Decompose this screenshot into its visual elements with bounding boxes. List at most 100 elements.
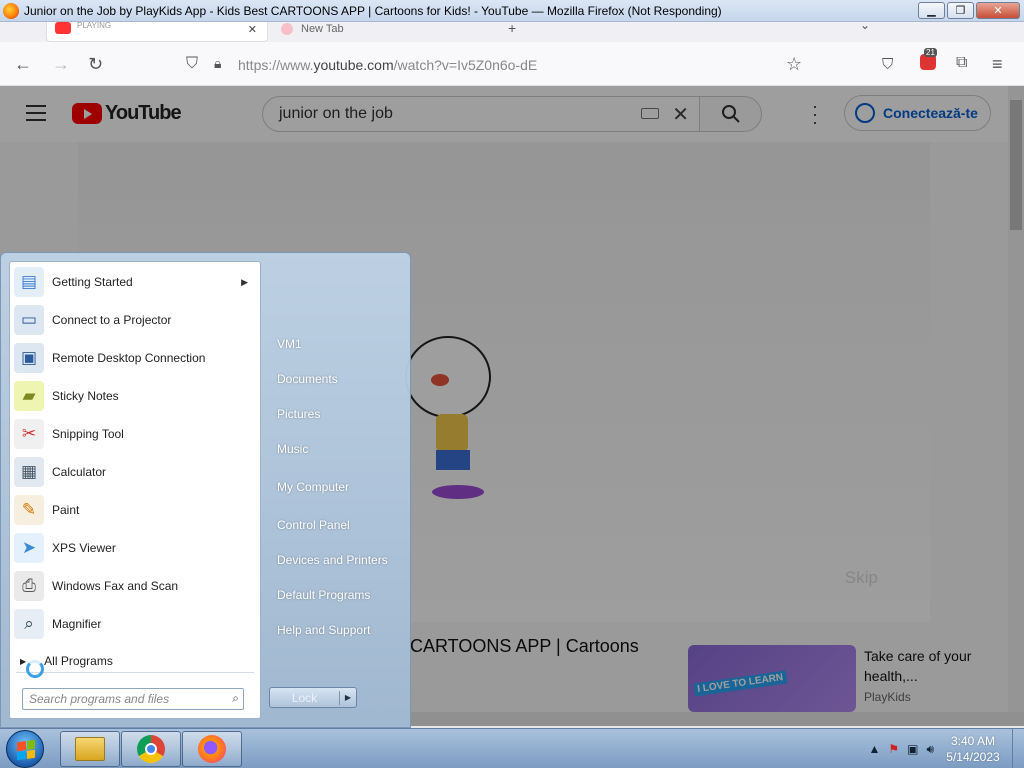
program-magnifier[interactable]: ⌕ Magnifier [14, 606, 258, 642]
program-snipping-tool[interactable]: ✂ Snipping Tool [14, 416, 258, 452]
all-programs-label: All Programs [44, 654, 113, 668]
tab-playing-status: PLAYING [77, 22, 112, 30]
skip-ad-button[interactable]: Skip [845, 568, 878, 588]
action-center-icon[interactable]: ⚑ [888, 742, 899, 756]
video-title: CARTOONS APP | Cartoons [410, 636, 639, 656]
system-tray: ▲ ⚑ ▣ 🔊︎ 3:40 AM 5/14/2023 [864, 729, 1024, 768]
scissors-icon: ✂ [14, 419, 44, 449]
minimize-button[interactable]: ▁ [918, 2, 945, 19]
submenu-arrow-icon: ▶ [241, 276, 248, 287]
extensions-puzzle-icon[interactable]: ⧉ [956, 54, 967, 72]
remote-desktop-icon: ▣ [14, 343, 44, 373]
youtube-logo[interactable]: YouTube [72, 102, 182, 125]
clock[interactable]: 3:40 AM 5/14/2023 [938, 733, 1008, 765]
program-sticky-notes[interactable]: ▰ Sticky Notes [14, 378, 258, 414]
keyboard-icon[interactable] [641, 108, 659, 119]
taskbar-chrome-button[interactable] [121, 731, 181, 767]
youtube-header: YouTube junior on the job ✕ · · · Conectea… [0, 86, 1008, 142]
show-desktop-button[interactable] [1012, 729, 1024, 768]
search-placeholder: Search programs and files [29, 692, 170, 706]
place-help-support[interactable]: Help and Support [269, 619, 405, 641]
youtube-wordmark: YouTube [105, 102, 182, 124]
place-pictures[interactable]: Pictures [269, 403, 405, 425]
program-label: Sticky Notes [52, 389, 119, 403]
place-default-programs[interactable]: Default Programs [269, 584, 405, 606]
magnifier-icon: ⌕ [14, 609, 44, 639]
sticky-notes-icon: ▰ [14, 381, 44, 411]
window-titlebar: Junior on the Job by PlayKids App - Kids… [0, 0, 1024, 22]
menu-divider [16, 672, 254, 673]
clock-time: 3:40 AM [950, 734, 996, 748]
program-paint[interactable]: ✎ Paint [14, 492, 258, 528]
bookmark-star-icon[interactable]: ☆ [786, 54, 802, 75]
lock-icon[interactable]: 🔒︎ [214, 55, 221, 72]
start-button[interactable] [6, 730, 44, 768]
firefox-favicon-icon [281, 23, 293, 35]
program-getting-started[interactable]: ▤ Getting Started ▶ [14, 264, 258, 300]
program-label: Connect to a Projector [52, 313, 172, 327]
url-text[interactable]: https://www.youtube.com/watch?v=Iv5Z0n6o… [238, 57, 537, 73]
pocket-icon[interactable]: ⛉ [882, 56, 893, 73]
youtube-favicon-icon [55, 22, 71, 34]
program-remote-desktop[interactable]: ▣ Remote Desktop Connection [14, 340, 258, 376]
sign-in-button[interactable]: Conectează-te [844, 95, 991, 131]
start-menu: ▤ Getting Started ▶ ▭ Connect to a Proje… [0, 252, 411, 728]
search-icon[interactable]: ⌕ [232, 691, 239, 706]
maximize-button[interactable]: ❐ [947, 2, 974, 19]
tab-close-icon[interactable]: ✕ [248, 23, 257, 36]
place-control-panel[interactable]: Control Panel [269, 514, 405, 536]
place-vm1[interactable]: VM1 [269, 333, 405, 355]
shutdown-options-arrow-icon[interactable]: ▶ [340, 693, 356, 702]
back-arrow-icon[interactable]: ← [14, 54, 32, 75]
tab-new-tab[interactable]: New Tab [270, 22, 492, 42]
programs-pane: ▤ Getting Started ▶ ▭ Connect to a Proje… [9, 261, 261, 719]
volume-icon[interactable]: 🔊︎ [926, 742, 934, 757]
program-fax-scan[interactable]: ⎙ Windows Fax and Scan [14, 568, 258, 604]
all-programs-arrow-icon: ▶ [20, 656, 27, 666]
search-input[interactable]: junior on the job ✕ [262, 96, 700, 132]
place-documents[interactable]: Documents [269, 368, 405, 390]
reload-icon[interactable]: ↻ [88, 54, 103, 75]
sign-in-label: Conectează-te [883, 105, 978, 121]
place-music[interactable]: Music [269, 438, 405, 460]
program-label: Getting Started [52, 275, 133, 289]
program-xps-viewer[interactable]: ➤ XPS Viewer [14, 530, 258, 566]
windows-explorer-icon [75, 737, 105, 761]
start-search-input[interactable]: Search programs and files ⌕ [22, 688, 244, 710]
shield-icon[interactable]: ⛉ [186, 55, 198, 73]
new-tab-plus-icon[interactable]: + [508, 22, 516, 36]
recommended-video-title[interactable]: Take care of your health,... [864, 646, 994, 686]
recommended-video-channel[interactable]: PlayKids [864, 690, 911, 704]
scrollbar-thumb[interactable] [1010, 100, 1022, 230]
calculator-icon: ▦ [14, 457, 44, 487]
hamburger-menu-icon[interactable]: ≡ [992, 54, 1003, 75]
program-calculator[interactable]: ▦ Calculator [14, 454, 258, 490]
taskbar-firefox-button[interactable] [182, 731, 242, 767]
vertical-scrollbar[interactable] [1008, 86, 1024, 712]
settings-more-icon[interactable]: · · · [812, 97, 818, 131]
place-my-computer[interactable]: My Computer [269, 476, 405, 498]
tab-youtube[interactable]: PLAYING ✕ [46, 22, 268, 42]
lock-button[interactable]: Lock ▶ [269, 687, 357, 708]
recommended-video-thumbnail[interactable]: I LOVE TO LEARN [688, 645, 856, 712]
program-label: Remote Desktop Connection [52, 351, 206, 365]
program-connect-projector[interactable]: ▭ Connect to a Projector [14, 302, 258, 338]
guide-menu-icon[interactable] [26, 105, 46, 126]
url-bar[interactable]: ⛉ 🔒︎ https://www.youtube.com/watch?v=Iv5… [176, 50, 816, 80]
taskbar-explorer-button[interactable] [60, 731, 120, 767]
search-button[interactable] [700, 96, 762, 132]
firefox-icon [198, 735, 226, 763]
tab-label: New Tab [301, 23, 344, 35]
fax-icon: ⎙ [14, 571, 44, 601]
show-hidden-icons-icon[interactable]: ▲ [868, 742, 880, 756]
close-button[interactable]: ✕ [976, 2, 1020, 19]
program-label: Calculator [52, 465, 107, 479]
place-devices-printers[interactable]: Devices and Printers [269, 549, 405, 571]
network-icon[interactable]: ▣ [907, 742, 918, 756]
xps-viewer-icon: ➤ [14, 533, 44, 563]
list-tabs-chevron-icon[interactable]: ⌄ [860, 22, 870, 32]
busy-cursor-icon [26, 660, 44, 678]
clear-search-icon[interactable]: ✕ [672, 102, 689, 127]
program-label: XPS Viewer [52, 541, 116, 555]
forward-arrow-icon[interactable]: → [52, 54, 70, 75]
